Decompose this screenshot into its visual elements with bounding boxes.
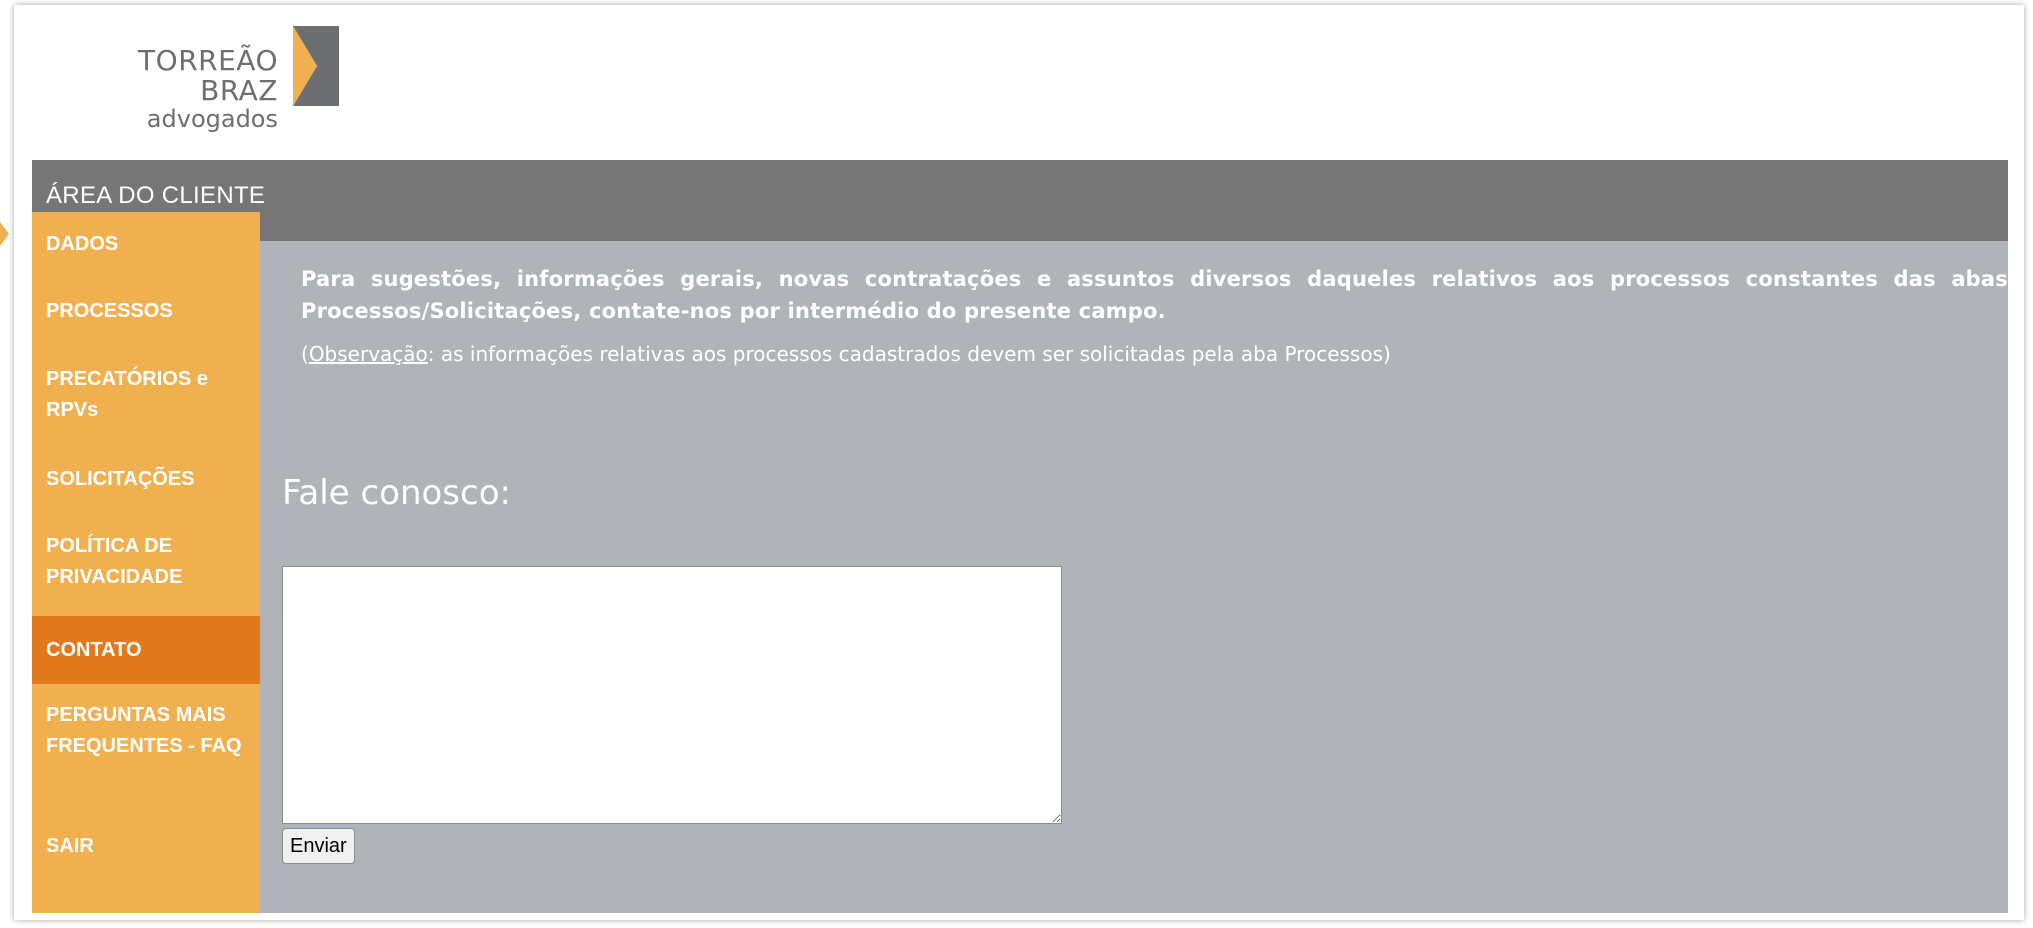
area-title: ÁREA DO CLIENTE <box>46 182 266 209</box>
sidebar-item-politica-privacidade[interactable]: POLÍTICA DE PRIVACIDADE <box>32 531 212 593</box>
sidebar-item-precatorios[interactable]: PRECATÓRIOS e RPVs <box>32 364 232 426</box>
message-textarea[interactable] <box>282 566 1062 824</box>
sidebar-item-faq[interactable]: PERGUNTAS MAIS FREQUENTES - FAQ <box>32 700 242 762</box>
send-button[interactable]: Enviar <box>282 828 355 864</box>
sidebar-item-dados[interactable]: DADOS <box>32 229 260 260</box>
sidebar: DADOS PROCESSOS PRECATÓRIOS e RPVs SOLIC… <box>32 212 260 913</box>
logo-name: TORREÃO BRAZ <box>138 44 278 107</box>
form-title: Fale conosco: <box>282 473 511 513</box>
observation-label: Observação <box>308 342 428 366</box>
sidebar-item-solicitacoes[interactable]: SOLICITAÇÕES <box>32 464 260 495</box>
intro-text: Para sugestões, informações gerais, nova… <box>301 267 2008 323</box>
observation-note: (Observação: as informações relativas ao… <box>301 342 1391 366</box>
edge-arrow-icon <box>0 222 9 246</box>
sidebar-item-processos[interactable]: PROCESSOS <box>32 296 260 327</box>
client-area-header: ÁREA DO CLIENTE <box>32 160 2008 241</box>
sidebar-item-contato[interactable]: CONTATO <box>32 616 260 684</box>
main-content: Para sugestões, informações gerais, nova… <box>260 241 2008 913</box>
logo-chevron-icon <box>293 26 339 106</box>
logo-subtitle: advogados <box>146 105 278 133</box>
sidebar-item-sair[interactable]: SAIR <box>32 831 260 862</box>
